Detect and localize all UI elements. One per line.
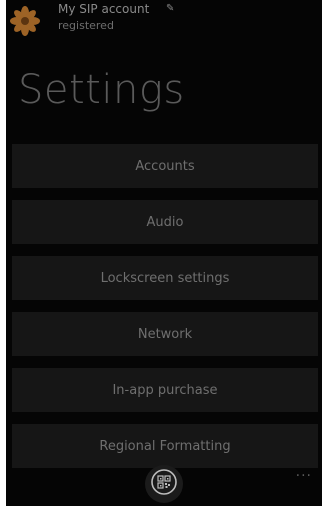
menu-item-network[interactable]: Network [12,312,318,356]
pencil-icon[interactable]: ✎ [166,3,174,14]
qr-code-button[interactable] [145,465,183,503]
menu-item-label: Lockscreen settings [100,270,230,286]
page-title: Settings [18,67,185,113]
account-status: registered [58,19,114,32]
settings-screen: My SIP account ✎ registered Settings Acc… [6,0,322,506]
menu-item-label: Regional Formatting [99,438,231,454]
menu-item-audio[interactable]: Audio [12,200,318,244]
account-header[interactable]: My SIP account ✎ registered [6,0,322,44]
qr-code-icon [151,469,177,499]
more-options-icon[interactable]: ... [296,464,312,480]
flower-avatar-icon [10,6,40,36]
account-name: My SIP account [58,2,150,16]
menu-item-lockscreen-settings[interactable]: Lockscreen settings [12,256,318,300]
app-bar: ... [6,462,322,506]
menu-item-label: Network [137,326,193,342]
menu-item-accounts[interactable]: Accounts [12,144,318,188]
menu-item-label: In-app purchase [112,382,218,398]
menu-item-label: Audio [146,214,184,230]
menu-item-in-app-purchase[interactable]: In-app purchase [12,368,318,412]
settings-menu: Accounts Audio Lockscreen settings Netwo… [12,144,318,480]
menu-item-label: Accounts [135,158,195,174]
